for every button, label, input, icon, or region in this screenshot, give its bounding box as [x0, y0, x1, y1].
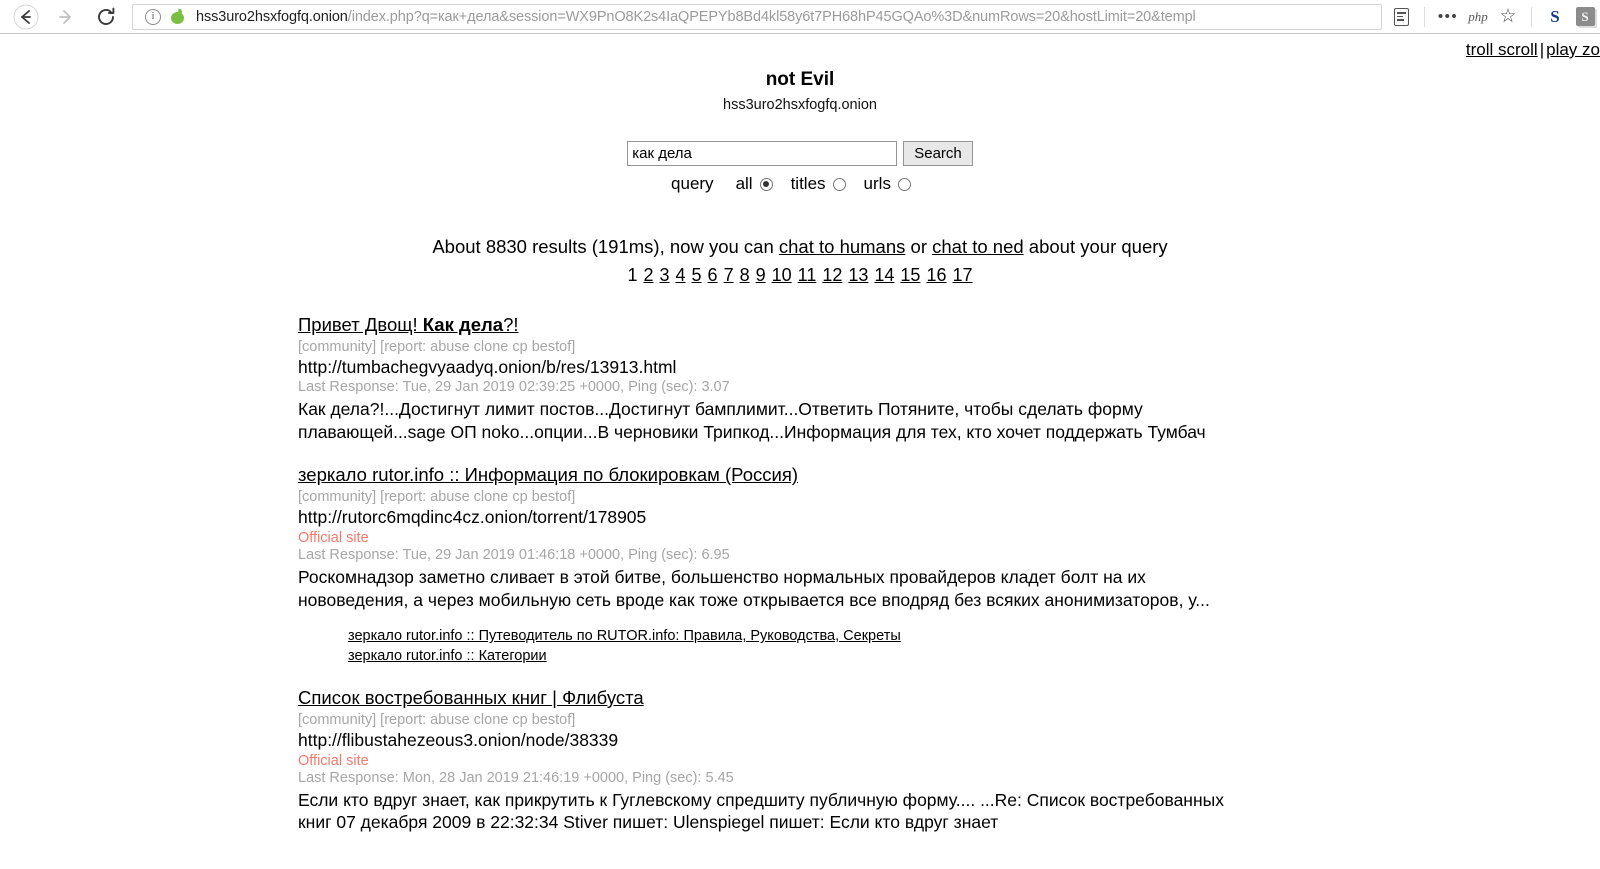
- search-button[interactable]: Search: [903, 141, 973, 166]
- scope-radio-group: query all titles urls: [0, 174, 1600, 194]
- onion-icon: [171, 8, 184, 24]
- pagination-page-15[interactable]: 15: [900, 265, 920, 285]
- radio-all[interactable]: [759, 177, 773, 191]
- scope-option-titles-label: titles: [790, 174, 826, 193]
- bookmark-star-icon[interactable]: ☆: [1493, 2, 1523, 32]
- scope-option-all-label: all: [735, 174, 753, 193]
- url-text: hss3uro2hsxfogfq.onion/index.php?q=как+д…: [196, 9, 1196, 25]
- forward-arrow-icon: [59, 9, 71, 24]
- scope-option-urls-label: urls: [863, 174, 891, 193]
- url-host: hss3uro2hsxfogfq.onion: [196, 8, 348, 25]
- pagination-page-13[interactable]: 13: [848, 265, 868, 285]
- result-meta-tags[interactable]: [community] [report: abuse clone cp best…: [298, 339, 1600, 355]
- search-result-item: Привет Двощ! Как дела?! [community] [repo…: [298, 314, 1600, 443]
- pagination-page-3[interactable]: 3: [660, 265, 670, 285]
- result-sublink[interactable]: зеркало rutor.info :: Категории: [348, 647, 1600, 666]
- chat-to-humans-link[interactable]: chat to humans: [779, 236, 906, 257]
- result-official-badge: Official site: [298, 752, 369, 769]
- result-last-response: Last Response: Tue, 29 Jan 2019 02:39:25…: [298, 379, 730, 395]
- result-url: http://rutorc6mqdinc4cz.onion/torrent/17…: [298, 507, 647, 528]
- address-bar[interactable]: i hss3uro2hsxfogfq.onion/index.php?q=как…: [132, 3, 1382, 30]
- pagination-page-16[interactable]: 16: [926, 265, 946, 285]
- pagination-page-2[interactable]: 2: [643, 265, 653, 285]
- result-official-badge: Official site: [298, 530, 369, 547]
- result-snippet: Как дела?!...Достигнут лимит постов...До…: [298, 399, 1206, 442]
- scope-option-all[interactable]: all: [736, 174, 773, 194]
- result-sublink[interactable]: зеркало rutor.info :: Путеводитель по RU…: [348, 627, 1600, 646]
- result-title-link[interactable]: зеркало rutor.info :: Информация по блок…: [298, 464, 798, 485]
- extension-s-gray-icon[interactable]: S: [1570, 2, 1600, 32]
- result-title-link[interactable]: Привет Двощ! Как дела?!: [298, 314, 519, 335]
- result-meta-tags[interactable]: [community] [report: abuse clone cp best…: [298, 712, 1600, 728]
- result-title-link[interactable]: Список востребованных книг | Флибуста: [298, 687, 644, 708]
- result-meta-tags[interactable]: [community] [report: abuse clone cp best…: [298, 489, 1600, 505]
- pagination-page-5[interactable]: 5: [692, 265, 702, 285]
- pagination-page-9[interactable]: 9: [756, 265, 766, 285]
- result-snippet: Если кто вдруг знает, как прикрутить к Г…: [298, 789, 1224, 833]
- reload-icon: [98, 7, 115, 25]
- page-content: troll scroll | play zo not Evil hss3uro2hs…: [0, 35, 1600, 869]
- reload-button[interactable]: [86, 0, 126, 34]
- page-title: not Evil: [765, 69, 835, 90]
- back-arrow-icon: [13, 4, 39, 29]
- pagination-page-14[interactable]: 14: [874, 265, 894, 285]
- overflow-menu-icon[interactable]: •••: [1433, 2, 1463, 32]
- extension-s-gray-glyph: S: [1575, 7, 1595, 26]
- search-result-item: зеркало rutor.info :: Информация по блок…: [298, 464, 1600, 666]
- results-summary-middle: or: [905, 236, 933, 257]
- back-button[interactable]: [6, 0, 46, 34]
- toolbar-divider-2: [1531, 6, 1532, 27]
- toolbar-icons: ••• php ☆ S S: [1386, 0, 1600, 34]
- php-extension-icon[interactable]: php: [1463, 2, 1493, 32]
- search-input[interactable]: [627, 141, 898, 166]
- pagination-page-4[interactable]: 4: [676, 265, 686, 285]
- scope-option-urls[interactable]: urls: [864, 174, 911, 194]
- pagination-page-8[interactable]: 8: [740, 265, 750, 285]
- pagination-page-6[interactable]: 6: [708, 265, 718, 285]
- result-title-highlight: Как дела: [422, 314, 504, 335]
- links-separator: |: [1539, 40, 1545, 59]
- pagination-page-10[interactable]: 10: [772, 265, 792, 285]
- pagination-page-7[interactable]: 7: [724, 265, 734, 285]
- pagination-page-17[interactable]: 17: [952, 265, 972, 285]
- radio-urls[interactable]: [897, 177, 911, 191]
- toolbar-divider: [1424, 6, 1425, 27]
- results-summary: About 8830 results (191ms), now you can …: [0, 236, 1600, 258]
- browser-toolbar: i hss3uro2hsxfogfq.onion/index.php?q=как…: [0, 0, 1600, 34]
- url-path: /index.php?q=как+дела&session=WX9PnO8K2s…: [347, 8, 1196, 25]
- forward-button[interactable]: [46, 0, 86, 34]
- extension-s-blue-icon[interactable]: S: [1540, 2, 1570, 32]
- result-url: http://tumbachegvyaadyq.onion/b/res/1391…: [298, 357, 677, 377]
- reader-view-icon[interactable]: [1386, 2, 1416, 32]
- play-zork-link[interactable]: play zo: [1546, 40, 1600, 59]
- pagination-current: 1: [627, 265, 638, 285]
- results-summary-suffix: about your query: [1023, 236, 1168, 257]
- result-snippet: Роскомнадзор заметно сливает в этой битв…: [298, 567, 1210, 610]
- result-url: http://flibustahezeous3.onion/node/38339: [298, 729, 619, 750]
- scope-option-titles[interactable]: titles: [791, 174, 846, 194]
- search-results-list: Привет Двощ! Как дела?! [community] [repo…: [0, 314, 1600, 834]
- result-sublinks: зеркало rutor.info :: Путеводитель по RU…: [298, 627, 1600, 666]
- search-result-item: Список востребованных книг | Флибуста [co…: [298, 687, 1600, 834]
- top-right-links: troll scroll | play zo: [1466, 40, 1600, 60]
- search-form: Search: [0, 141, 1600, 166]
- chat-to-ned-link[interactable]: chat to ned: [932, 236, 1024, 257]
- result-last-response: Last Response: Mon, 28 Jan 2019 21:46:19…: [298, 769, 734, 786]
- info-icon[interactable]: i: [145, 8, 161, 25]
- pagination-page-12[interactable]: 12: [822, 265, 842, 285]
- troll-scroll-link[interactable]: troll scroll: [1466, 40, 1538, 59]
- result-last-response: Last Response: Tue, 29 Jan 2019 01:46:18…: [298, 547, 730, 564]
- pagination-page-11[interactable]: 11: [798, 265, 817, 285]
- page-subtitle: hss3uro2hsxfogfq.onion: [723, 97, 877, 113]
- pagination: 1 2 3 4 5 6 7 8 9 10 11 12 13 14 15 16 17: [0, 265, 1600, 286]
- results-summary-prefix: About 8830 results (191ms), now you can: [432, 236, 779, 257]
- scope-label: query: [671, 174, 714, 193]
- radio-titles[interactable]: [832, 177, 846, 191]
